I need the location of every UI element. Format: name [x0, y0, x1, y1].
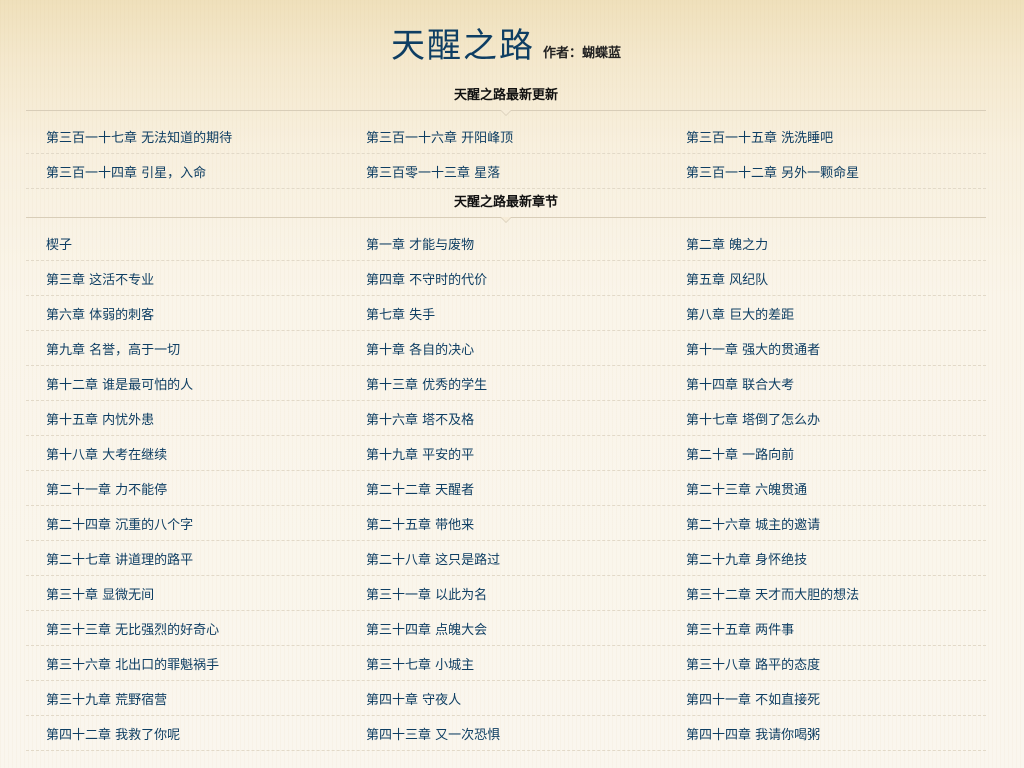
chapter-link[interactable]: 第二章 魄之力	[666, 234, 986, 253]
chapter-link[interactable]: 第三百一十二章 另外一颗命星	[666, 162, 986, 181]
chapter-link[interactable]: 第四十四章 我请你喝粥	[666, 724, 986, 743]
chapter-link[interactable]: 第六章 体弱的刺客	[26, 304, 346, 323]
latest-updates-section: 天醒之路最新更新 第三百一十七章 无法知道的期待 第三百一十六章 开阳峰顶 第三百一…	[26, 82, 986, 189]
chapter-row: 第三章 这活不专业 第四章 不守时的代价 第五章 风纪队	[26, 261, 986, 296]
chapter-row: 第六章 体弱的刺客 第七章 失手 第八章 巨大的差距	[26, 296, 986, 331]
author-label: 作者：	[542, 46, 582, 61]
chapter-link[interactable]: 第二十六章 城主的邀请	[666, 514, 986, 533]
chapter-link[interactable]: 第二十九章 身怀绝技	[666, 549, 986, 568]
chapter-link[interactable]: 第三十一章 以此为名	[346, 584, 666, 603]
chapter-link[interactable]: 第十八章 大考在继续	[26, 444, 346, 463]
chapter-row: 楔子 第一章 才能与废物 第二章 魄之力	[26, 226, 986, 261]
chapter-link[interactable]: 第二十二章 天醒者	[346, 479, 666, 498]
chapter-row: 第二十七章 讲道理的路平 第二十八章 这只是路过 第二十九章 身怀绝技	[26, 541, 986, 576]
chapter-link[interactable]: 第三十六章 北出口的罪魁祸手	[26, 654, 346, 673]
latest-chapters-title: 天醒之路最新章节	[453, 195, 558, 210]
chapter-link[interactable]: 第四十二章 我救了你呢	[26, 724, 346, 743]
chapter-link[interactable]: 第三十七章 小城主	[346, 654, 666, 673]
divider-notch-inner	[501, 217, 511, 222]
chapter-row: 第三十章 显微无间 第三十一章 以此为名 第三十二章 天才而大胆的想法	[26, 576, 986, 611]
chapter-link[interactable]: 第二十四章 沉重的八个字	[26, 514, 346, 533]
chapter-row: 第十五章 内忧外患 第十六章 塔不及格 第十七章 塔倒了怎么办	[26, 401, 986, 436]
chapter-link[interactable]: 第十九章 平安的平	[346, 444, 666, 463]
chapter-row: 第二十四章 沉重的八个字 第二十五章 带他来 第二十六章 城主的邀请	[26, 506, 986, 541]
latest-chapters-divider	[26, 217, 986, 226]
chapter-link[interactable]: 第二十一章 力不能停	[26, 479, 346, 498]
latest-chapters-list: 楔子 第一章 才能与废物 第二章 魄之力 第三章 这活不专业 第四章 不守时的代价 第五章…	[26, 226, 986, 751]
chapter-link[interactable]: 第二十三章 六魄贯通	[666, 479, 986, 498]
chapter-row: 第九章 名誉，高于一切 第十章 各自的决心 第十一章 强大的贯通者	[26, 331, 986, 366]
chapter-link[interactable]: 第二十八章 这只是路过	[346, 549, 666, 568]
chapter-link[interactable]: 第十四章 联合大考	[666, 374, 986, 393]
chapter-row: 第十八章 大考在继续 第十九章 平安的平 第二十章 一路向前	[26, 436, 986, 471]
chapter-link[interactable]: 第四十一章 不如直接死	[666, 689, 986, 708]
chapter-link[interactable]: 第三十章 显微无间	[26, 584, 346, 603]
chapter-link[interactable]: 第二十七章 讲道理的路平	[26, 549, 346, 568]
divider-notch-inner	[501, 110, 511, 115]
chapter-link[interactable]: 第十章 各自的决心	[346, 339, 666, 358]
chapter-link[interactable]: 第七章 失手	[346, 304, 666, 323]
chapter-row: 第三十九章 荒野宿营 第四十章 守夜人 第四十一章 不如直接死	[26, 681, 986, 716]
chapter-link[interactable]: 第三百一十四章 引星，入命	[26, 162, 346, 181]
chapter-link[interactable]: 第三十五章 两件事	[666, 619, 986, 638]
chapter-link[interactable]: 第三十二章 天才而大胆的想法	[666, 584, 986, 603]
chapter-link[interactable]: 第三章 这活不专业	[26, 269, 346, 288]
latest-updates-divider	[26, 110, 986, 119]
chapter-link[interactable]: 第三十四章 点魄大会	[346, 619, 666, 638]
chapter-row: 第三百一十四章 引星，入命 第三百零一十三章 星落 第三百一十二章 另外一颗命星	[26, 154, 986, 189]
book-title-wrap: 天醒之路 作者：蝴蝶蓝	[26, 18, 986, 67]
chapter-link[interactable]: 第三百一十五章 洗洗睡吧	[666, 127, 986, 146]
chapter-link[interactable]: 第二十章 一路向前	[666, 444, 986, 463]
chapter-link[interactable]: 第四十章 守夜人	[346, 689, 666, 708]
chapter-link[interactable]: 第三十三章 无比强烈的好奇心	[26, 619, 346, 638]
chapter-link[interactable]: 第九章 名誉，高于一切	[26, 339, 346, 358]
chapter-link[interactable]: 第十六章 塔不及格	[346, 409, 666, 428]
chapter-row: 第三十三章 无比强烈的好奇心 第三十四章 点魄大会 第三十五章 两件事	[26, 611, 986, 646]
chapter-link[interactable]: 第四章 不守时的代价	[346, 269, 666, 288]
chapter-link[interactable]: 第三百零一十三章 星落	[346, 162, 666, 181]
chapter-link[interactable]: 第十五章 内忧外患	[26, 409, 346, 428]
chapter-link[interactable]: 第三百一十七章 无法知道的期待	[26, 127, 346, 146]
chapter-link[interactable]: 第三十八章 路平的态度	[666, 654, 986, 673]
chapter-row: 第二十一章 力不能停 第二十二章 天醒者 第二十三章 六魄贯通	[26, 471, 986, 506]
chapter-link[interactable]: 第一章 才能与废物	[346, 234, 666, 253]
chapter-link[interactable]: 第十七章 塔倒了怎么办	[666, 409, 986, 428]
chapter-link[interactable]: 第十一章 强大的贯通者	[666, 339, 986, 358]
chapter-row: 第三百一十七章 无法知道的期待 第三百一十六章 开阳峰顶 第三百一十五章 洗洗睡吧	[26, 119, 986, 154]
page-container: 天醒之路 作者：蝴蝶蓝 天醒之路最新更新 第三百一十七章 无法知道的期待 第三百一十…	[26, 0, 986, 751]
author-name: 蝴蝶蓝	[582, 46, 622, 61]
chapter-link[interactable]: 第五章 风纪队	[666, 269, 986, 288]
book-header: 天醒之路 作者：蝴蝶蓝	[26, 0, 986, 80]
chapter-link[interactable]: 第三十九章 荒野宿营	[26, 689, 346, 708]
chapter-link[interactable]: 第十三章 优秀的学生	[346, 374, 666, 393]
chapter-link[interactable]: 第八章 巨大的差距	[666, 304, 986, 323]
book-title: 天醒之路	[390, 26, 535, 66]
latest-updates-title: 天醒之路最新更新	[453, 88, 558, 103]
chapter-link[interactable]: 第二十五章 带他来	[346, 514, 666, 533]
chapter-link[interactable]: 第十二章 谁是最可怕的人	[26, 374, 346, 393]
chapter-link[interactable]: 楔子	[26, 234, 346, 253]
latest-updates-list: 第三百一十七章 无法知道的期待 第三百一十六章 开阳峰顶 第三百一十五章 洗洗睡吧第…	[26, 119, 986, 189]
author-info: 作者：蝴蝶蓝	[543, 46, 621, 61]
chapter-link[interactable]: 第三百一十六章 开阳峰顶	[346, 127, 666, 146]
chapter-row: 第十二章 谁是最可怕的人 第十三章 优秀的学生 第十四章 联合大考	[26, 366, 986, 401]
chapter-link[interactable]: 第四十三章 又一次恐惧	[346, 724, 666, 743]
chapter-row: 第三十六章 北出口的罪魁祸手 第三十七章 小城主 第三十八章 路平的态度	[26, 646, 986, 681]
chapter-row: 第四十二章 我救了你呢 第四十三章 又一次恐惧 第四十四章 我请你喝粥	[26, 716, 986, 751]
latest-chapters-section: 天醒之路最新章节 楔子 第一章 才能与废物 第二章 魄之力 第三章 这活不专业 第四章 …	[26, 189, 986, 751]
